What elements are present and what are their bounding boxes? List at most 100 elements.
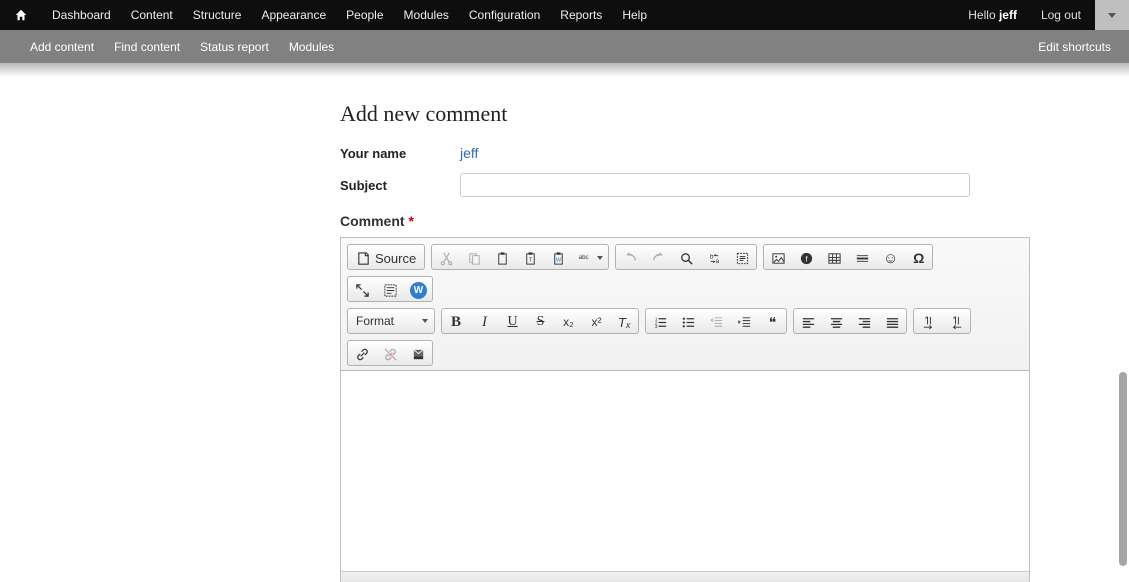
align-left-button[interactable] — [794, 309, 822, 334]
hr-button[interactable] — [848, 245, 876, 270]
unlink-button[interactable] — [376, 341, 404, 366]
svg-text:3: 3 — [654, 324, 657, 329]
copy-button[interactable] — [460, 245, 488, 270]
spellcheck-icon: ᵃᵇᶜ — [579, 253, 589, 263]
editor-footer — [341, 571, 1029, 582]
svg-text:T: T — [529, 257, 533, 263]
shortcut-modules[interactable]: Modules — [279, 30, 344, 63]
rtl-button[interactable] — [942, 309, 970, 334]
nav-appearance[interactable]: Appearance — [251, 0, 336, 30]
link-button[interactable] — [348, 341, 376, 366]
specialchar-button[interactable]: Ω — [904, 245, 932, 270]
word-badge-button[interactable]: W — [404, 277, 432, 302]
svg-text:W: W — [556, 257, 562, 263]
toolbar-shadow — [0, 63, 1129, 77]
align-justify-button[interactable] — [878, 309, 906, 334]
anchor-icon — [411, 347, 426, 362]
outdent-button[interactable] — [702, 309, 730, 334]
nav-structure[interactable]: Structure — [183, 0, 252, 30]
flash-icon: f — [799, 251, 814, 266]
link-icon — [355, 347, 370, 362]
paste-word-button[interactable]: W — [544, 245, 572, 270]
copy-icon — [467, 251, 482, 266]
indent-button[interactable] — [730, 309, 758, 334]
cut-icon — [439, 251, 454, 266]
align-center-button[interactable] — [822, 309, 850, 334]
cut-button[interactable] — [432, 245, 460, 270]
svg-text:b: b — [710, 253, 714, 260]
redo-icon — [651, 251, 666, 266]
anchor-button[interactable] — [404, 341, 432, 366]
nav-help[interactable]: Help — [612, 0, 657, 30]
flash-button[interactable]: f — [792, 245, 820, 270]
select-all-icon — [735, 251, 750, 266]
paste-text-button[interactable]: T — [516, 245, 544, 270]
removeformat-button[interactable]: Tₓ — [610, 309, 638, 334]
editor-body[interactable] — [341, 371, 1029, 571]
spellcheck-button[interactable]: ᵃᵇᶜ — [572, 245, 608, 270]
bold-button[interactable]: B — [442, 309, 470, 334]
nav-modules[interactable]: Modules — [394, 0, 459, 30]
table-button[interactable] — [820, 245, 848, 270]
home-icon[interactable] — [0, 0, 42, 30]
nav-people[interactable]: People — [336, 0, 393, 30]
align-center-icon — [829, 315, 844, 330]
format-combo[interactable]: Format — [347, 308, 435, 334]
your-name-label: Your name — [340, 146, 460, 161]
rich-text-editor: Source T W ᵃᵇᶜ ba — [340, 237, 1030, 582]
indent-icon — [737, 315, 752, 330]
nav-configuration[interactable]: Configuration — [459, 0, 550, 30]
undo-button[interactable] — [616, 245, 644, 270]
logout-link[interactable]: Log out — [1027, 8, 1095, 22]
strike-button[interactable]: S — [526, 309, 554, 334]
shortcut-find-content[interactable]: Find content — [104, 30, 190, 63]
blockquote-button[interactable]: ❝ — [758, 309, 786, 334]
comment-label: Comment — [340, 213, 405, 229]
edit-shortcuts-link[interactable]: Edit shortcuts — [1020, 40, 1129, 54]
page-scrollbar[interactable] — [1119, 372, 1127, 566]
subscript-button[interactable]: x₂ — [554, 309, 582, 334]
source-button[interactable]: Source — [348, 245, 424, 270]
omega-icon: Ω — [913, 250, 924, 266]
subject-input[interactable] — [460, 173, 970, 197]
nav-reports[interactable]: Reports — [550, 0, 612, 30]
hr-icon — [855, 251, 870, 266]
replace-button[interactable]: ba — [700, 245, 728, 270]
align-left-icon — [801, 315, 816, 330]
italic-button[interactable]: I — [470, 309, 498, 334]
undo-icon — [623, 251, 638, 266]
shortcut-status-report[interactable]: Status report — [190, 30, 279, 63]
toolbar-toggle[interactable] — [1095, 0, 1129, 30]
search-icon — [679, 251, 694, 266]
bullist-button[interactable] — [674, 309, 702, 334]
select-all-button[interactable] — [728, 245, 756, 270]
underline-button[interactable]: U — [498, 309, 526, 334]
numlist-icon: 123 — [653, 315, 668, 330]
chevron-down-icon — [422, 319, 428, 323]
shortcut-menu: Add content Find content Status report M… — [20, 30, 344, 63]
hello-prefix: Hello — [968, 8, 999, 22]
ltr-button[interactable] — [914, 309, 942, 334]
redo-button[interactable] — [644, 245, 672, 270]
align-right-icon — [857, 315, 872, 330]
nav-dashboard[interactable]: Dashboard — [42, 0, 121, 30]
svg-text:a: a — [716, 258, 720, 265]
bullist-icon — [681, 315, 696, 330]
hello-user[interactable]: Hello jeff — [958, 8, 1027, 22]
smiley-button[interactable]: ☺ — [876, 245, 904, 270]
nav-content[interactable]: Content — [121, 0, 183, 30]
showblocks-button[interactable] — [376, 277, 404, 302]
paste-button[interactable] — [488, 245, 516, 270]
page-title: Add new comment — [340, 101, 1030, 127]
maximize-button[interactable] — [348, 277, 376, 302]
unlink-icon — [383, 347, 398, 362]
shortcut-add-content[interactable]: Add content — [20, 30, 104, 63]
image-button[interactable] — [764, 245, 792, 270]
align-right-button[interactable] — [850, 309, 878, 334]
superscript-button[interactable]: x² — [582, 309, 610, 334]
format-label: Format — [356, 314, 394, 328]
your-name-link[interactable]: jeff — [460, 145, 478, 161]
numlist-button[interactable]: 123 — [646, 309, 674, 334]
find-button[interactable] — [672, 245, 700, 270]
smiley-icon: ☺ — [883, 250, 898, 267]
